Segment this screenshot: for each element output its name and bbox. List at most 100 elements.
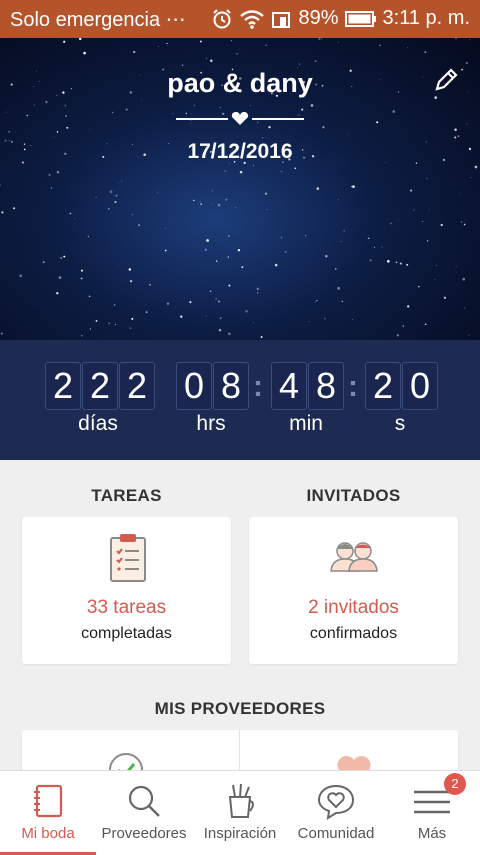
- star: [294, 167, 297, 170]
- star: [89, 129, 90, 131]
- star: [367, 237, 370, 240]
- star: [301, 108, 304, 111]
- star: [428, 209, 430, 211]
- star: [83, 51, 86, 55]
- star: [121, 180, 123, 182]
- star: [369, 259, 372, 262]
- star: [274, 263, 278, 267]
- star: [468, 334, 470, 336]
- nav-label: Proveedores: [101, 825, 187, 842]
- star: [157, 191, 158, 193]
- guests-card[interactable]: 2 invitados confirmados: [249, 517, 458, 664]
- star: [386, 259, 390, 263]
- star: [454, 128, 457, 131]
- star: [0, 332, 3, 335]
- star: [256, 287, 260, 291]
- star: [181, 64, 184, 67]
- star: [128, 268, 132, 271]
- star: [209, 290, 212, 292]
- star: [111, 111, 114, 114]
- star: [318, 38, 321, 40]
- star: [324, 254, 328, 258]
- star: [316, 300, 318, 302]
- nav-label: Comunidad: [297, 825, 375, 842]
- nav-comunidad[interactable]: Comunidad: [288, 771, 384, 855]
- star: [443, 296, 447, 299]
- nav-mi-boda[interactable]: Mi boda: [0, 771, 96, 855]
- nav-proveedores[interactable]: Proveedores: [96, 771, 192, 855]
- star: [228, 332, 231, 336]
- seconds-label: s: [394, 412, 406, 435]
- search-icon: [128, 785, 160, 817]
- tasks-card[interactable]: 33 tareas completadas: [22, 517, 231, 664]
- star: [141, 99, 143, 101]
- star: [164, 249, 167, 252]
- hours-label: hrs: [196, 412, 226, 435]
- alarm-icon: [212, 8, 231, 28]
- star: [268, 126, 271, 129]
- star: [316, 187, 320, 190]
- star: [95, 320, 98, 322]
- star: [460, 221, 463, 223]
- clipboard-checklist-icon: [110, 534, 146, 582]
- minutes-digit: 8: [308, 362, 344, 410]
- star: [265, 44, 267, 46]
- star: [435, 265, 437, 266]
- star: [95, 196, 97, 199]
- star: [343, 230, 345, 232]
- star: [127, 326, 129, 328]
- star: [395, 261, 398, 264]
- star: [228, 284, 231, 287]
- star: [426, 177, 428, 180]
- guests-count: 2 invitados: [308, 597, 399, 618]
- edit-pencil-icon[interactable]: [432, 66, 460, 94]
- star: [236, 53, 238, 55]
- countdown-panel: 2 2 2 0 8 : 4 8 : 2 0 días hrs min s: [0, 340, 480, 460]
- wedding-header: pao & dany 17/12/2016: [0, 38, 480, 340]
- star: [237, 249, 241, 252]
- seconds-digit: 2: [365, 362, 401, 410]
- nav-label: Más: [417, 825, 447, 842]
- star: [80, 269, 84, 272]
- star: [352, 185, 355, 188]
- star: [118, 183, 120, 185]
- guests-title: INVITADOS: [306, 486, 401, 505]
- star: [234, 206, 236, 208]
- star: [260, 336, 263, 338]
- star: [466, 123, 468, 125]
- star: [426, 240, 429, 242]
- status-bar: Solo emergencia ⋯ 89% 3:11 p. m.: [0, 0, 480, 38]
- star: [8, 130, 11, 133]
- star: [322, 126, 325, 129]
- nav-mas[interactable]: 2 Más: [384, 771, 480, 855]
- star: [227, 235, 230, 237]
- star: [245, 309, 248, 313]
- star: [193, 199, 195, 202]
- star: [129, 327, 132, 329]
- star: [396, 334, 399, 337]
- star: [253, 322, 254, 324]
- star: [193, 104, 196, 107]
- minutes-digits: 4 8: [271, 362, 345, 410]
- star: [314, 60, 317, 62]
- star: [239, 170, 243, 174]
- art-supplies-icon: [228, 783, 254, 818]
- star: [257, 292, 259, 294]
- star: [465, 61, 469, 65]
- status-right: 89% 3:11 p. m.: [211, 7, 470, 30]
- countdown-separator: :: [348, 370, 358, 403]
- star: [108, 322, 110, 324]
- notification-badge: 2: [444, 773, 466, 795]
- star: [26, 114, 29, 117]
- bottom-navigation: Mi boda Proveedores Inspiración Comunida…: [0, 770, 480, 855]
- star: [45, 100, 48, 104]
- star: [78, 38, 82, 41]
- star: [262, 137, 264, 139]
- nav-label: Inspiración: [203, 825, 277, 842]
- star: [199, 201, 201, 203]
- star: [341, 300, 343, 303]
- days-digit: 2: [119, 362, 155, 410]
- nav-inspiracion[interactable]: Inspiración: [192, 771, 288, 855]
- star: [280, 236, 283, 239]
- star: [36, 303, 38, 305]
